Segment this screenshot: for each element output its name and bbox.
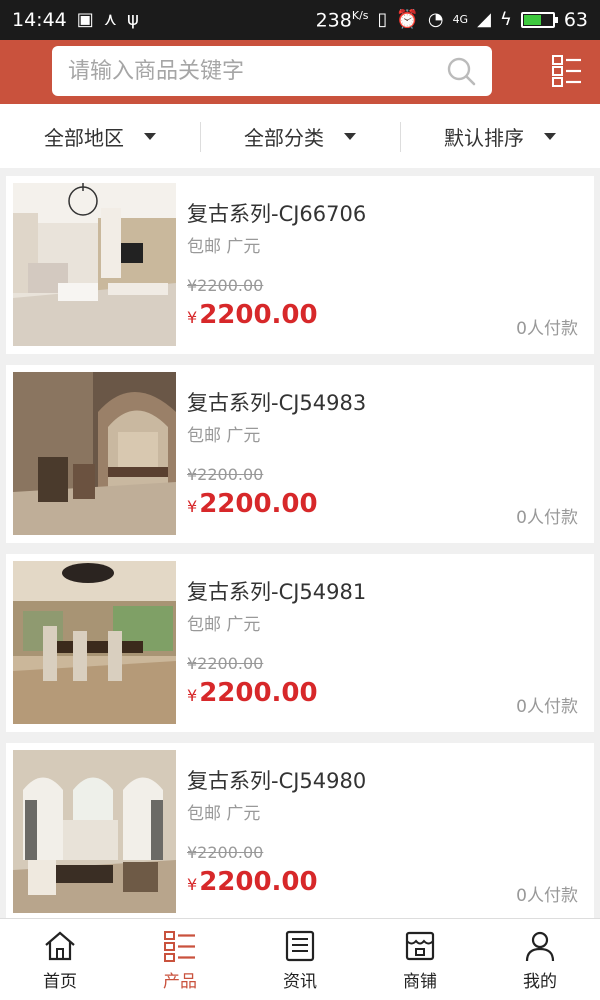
filter-bar: 全部地区 全部分类 默认排序	[0, 104, 600, 168]
wifi-icon: ◔	[427, 8, 444, 30]
product-old-price: ¥2200.00	[187, 654, 264, 673]
price-value: 2200.00	[199, 489, 318, 519]
battery-fill	[523, 14, 541, 25]
product-image[interactable]	[13, 183, 176, 346]
product-info: 复古系列-CJ54980 包邮 广元 ¥2200.00 ¥2200.00 0人付…	[176, 743, 594, 921]
bottom-nav: 首页 产品 资讯 商铺 我的	[0, 918, 600, 1000]
product-info: 复古系列-CJ54983 包邮 广元 ¥2200.00 ¥2200.00 0人付…	[176, 365, 594, 543]
product-name[interactable]: 复古系列-CJ54983	[187, 387, 366, 417]
image-icon: ▣	[76, 9, 94, 30]
product-name[interactable]: 复古系列-CJ54981	[187, 576, 366, 606]
nav-label: 产品	[163, 972, 197, 992]
product-info: 复古系列-CJ66706 包邮 广元 ¥2200.00 ¥2200.00 0人付…	[176, 176, 594, 354]
currency-symbol: ¥	[187, 497, 198, 516]
product-sold-count: 0人付款	[516, 319, 578, 339]
nav-shop[interactable]: 商铺	[360, 919, 480, 1000]
filter-category[interactable]: 全部分类	[200, 104, 400, 168]
signal-label: 4G	[452, 13, 469, 27]
filter-label: 默认排序	[444, 125, 524, 150]
product-name[interactable]: 复古系列-CJ66706	[187, 198, 366, 228]
list-menu-icon[interactable]	[552, 54, 582, 88]
product-info: 复古系列-CJ54981 包邮 广元 ¥2200.00 ¥2200.00 0人付…	[176, 554, 594, 732]
product-image[interactable]	[13, 372, 176, 535]
product-price: ¥2200.00	[187, 867, 318, 897]
nav-news[interactable]: 资讯	[240, 919, 360, 1000]
price-value: 2200.00	[199, 867, 318, 897]
product-name[interactable]: 复古系列-CJ54980	[187, 765, 366, 795]
vibrate-icon: ▯	[377, 8, 388, 30]
product-meta: 包邮 广元	[187, 804, 261, 824]
product-old-price: ¥2200.00	[187, 843, 264, 862]
caret-down-icon	[544, 132, 556, 140]
search-input[interactable]	[68, 58, 446, 84]
search-box[interactable]	[52, 46, 492, 96]
net-speed: 238K/s	[315, 8, 369, 32]
alarm-icon: ⏰	[396, 8, 419, 30]
status-time: 14:44	[12, 9, 67, 31]
product-price: ¥2200.00	[187, 300, 318, 330]
battery-icon	[520, 11, 558, 28]
status-bar: 14:44 ▣ ⋏ ψ 238K/s ▯ ⏰ ◔ 4G ◢ ϟ 63	[0, 0, 600, 40]
filter-label: 全部地区	[44, 125, 124, 150]
list-icon	[164, 931, 195, 962]
product-card[interactable]: 复古系列-CJ54980 包邮 广元 ¥2200.00 ¥2200.00 0人付…	[6, 743, 594, 921]
currency-symbol: ¥	[187, 308, 198, 327]
product-image[interactable]	[13, 561, 176, 724]
product-list: 复古系列-CJ66706 包邮 广元 ¥2200.00 ¥2200.00 0人付…	[6, 176, 594, 932]
product-meta: 包邮 广元	[187, 615, 261, 635]
share-icon: ⋏	[103, 9, 117, 30]
currency-symbol: ¥	[187, 875, 198, 894]
search-icon[interactable]	[446, 56, 476, 86]
charging-icon: ϟ	[499, 8, 512, 30]
product-sold-count: 0人付款	[516, 508, 578, 528]
price-value: 2200.00	[199, 678, 318, 708]
header	[0, 40, 600, 104]
product-card[interactable]: 复古系列-CJ54981 包邮 广元 ¥2200.00 ¥2200.00 0人付…	[6, 554, 594, 732]
battery-percent: 63	[563, 8, 588, 31]
signal-icon: ◢	[477, 8, 491, 30]
product-price: ¥2200.00	[187, 489, 318, 519]
shop-icon	[405, 931, 435, 961]
nav-label: 我的	[523, 972, 557, 992]
filter-region[interactable]: 全部地区	[0, 104, 200, 168]
user-icon	[525, 931, 555, 962]
product-sold-count: 0人付款	[516, 697, 578, 717]
product-old-price: ¥2200.00	[187, 465, 264, 484]
nav-me[interactable]: 我的	[480, 919, 600, 1000]
home-icon	[45, 931, 75, 961]
caret-down-icon	[144, 132, 156, 140]
product-meta: 包邮 广元	[187, 237, 261, 257]
nav-products[interactable]: 产品	[120, 919, 240, 1000]
filter-sort[interactable]: 默认排序	[400, 104, 600, 168]
caret-down-icon	[344, 132, 356, 140]
product-card[interactable]: 复古系列-CJ54983 包邮 广元 ¥2200.00 ¥2200.00 0人付…	[6, 365, 594, 543]
product-image[interactable]	[13, 750, 176, 913]
nav-label: 首页	[43, 972, 77, 992]
news-icon	[285, 930, 315, 962]
product-sold-count: 0人付款	[516, 886, 578, 906]
nav-home[interactable]: 首页	[0, 919, 120, 1000]
product-meta: 包邮 广元	[187, 426, 261, 446]
price-value: 2200.00	[199, 300, 318, 330]
usb-icon: ψ	[126, 9, 139, 30]
nav-label: 资讯	[283, 972, 317, 992]
currency-symbol: ¥	[187, 686, 198, 705]
filter-label: 全部分类	[244, 125, 324, 150]
product-old-price: ¥2200.00	[187, 276, 264, 295]
product-card[interactable]: 复古系列-CJ66706 包邮 广元 ¥2200.00 ¥2200.00 0人付…	[6, 176, 594, 354]
nav-label: 商铺	[403, 972, 437, 992]
product-price: ¥2200.00	[187, 678, 318, 708]
